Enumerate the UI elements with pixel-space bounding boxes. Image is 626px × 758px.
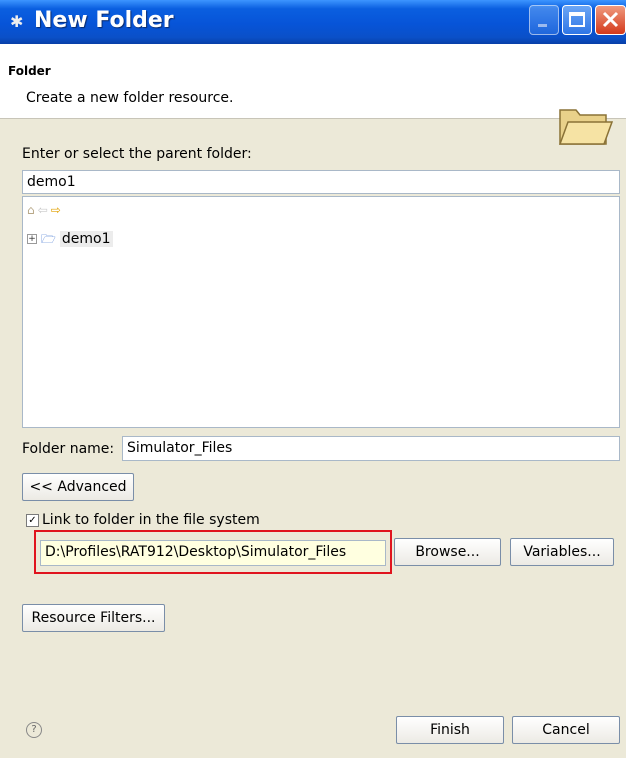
link-checkbox[interactable]: ✓ [26,514,39,527]
banner-description: Create a new folder resource. [26,90,234,106]
maximize-icon [569,12,585,27]
project-folder-icon: 🗁 [41,232,56,246]
link-checkbox-label: Link to folder in the file system [42,512,260,528]
parent-folder-tree[interactable]: ⌂⇦⇨ + 🗁 demo1 [22,196,620,428]
parent-folder-label: Enter or select the parent folder: [22,146,252,162]
maximize-button[interactable] [562,5,592,35]
resource-filters-button[interactable]: Resource Filters... [22,604,165,632]
variables-button[interactable]: Variables... [510,538,614,566]
help-icon[interactable]: ? [26,722,42,738]
finish-button[interactable]: Finish [396,716,504,744]
window-title: New Folder [34,8,174,33]
parent-folder-input[interactable]: demo1 [22,170,620,194]
tree-item-label: demo1 [59,231,113,247]
close-button[interactable] [595,5,626,35]
back-arrow-icon[interactable]: ⇦ [38,203,51,217]
tree-nav-toolbar: ⌂⇦⇨ [27,203,64,217]
expand-icon[interactable]: + [27,234,37,244]
cancel-button[interactable]: Cancel [512,716,620,744]
folder-name-label: Folder name: [22,441,115,457]
home-icon[interactable]: ⌂ [27,203,38,217]
wizard-banner: Folder Create a new folder resource. [0,44,626,145]
forward-arrow-icon[interactable]: ⇨ [51,203,64,217]
banner-heading: Folder [8,64,51,78]
new-folder-dialog: ✱ New Folder Folder Create a new folder … [0,0,626,758]
advanced-toggle-button[interactable]: << Advanced [22,473,134,501]
browse-button[interactable]: Browse... [394,538,501,566]
close-icon [602,11,619,28]
folder-name-input[interactable]: Simulator_Files [122,436,620,461]
tree-item[interactable]: + 🗁 demo1 [27,229,113,249]
wizard-icon: ✱ [10,12,24,31]
title-bar[interactable]: ✱ New Folder [0,0,626,44]
minimize-button[interactable] [529,5,559,35]
open-folder-icon [558,109,614,145]
minimize-icon [538,24,547,27]
link-path-input[interactable]: D:\Profiles\RAT912\Desktop\Simulator_Fil… [40,540,386,566]
